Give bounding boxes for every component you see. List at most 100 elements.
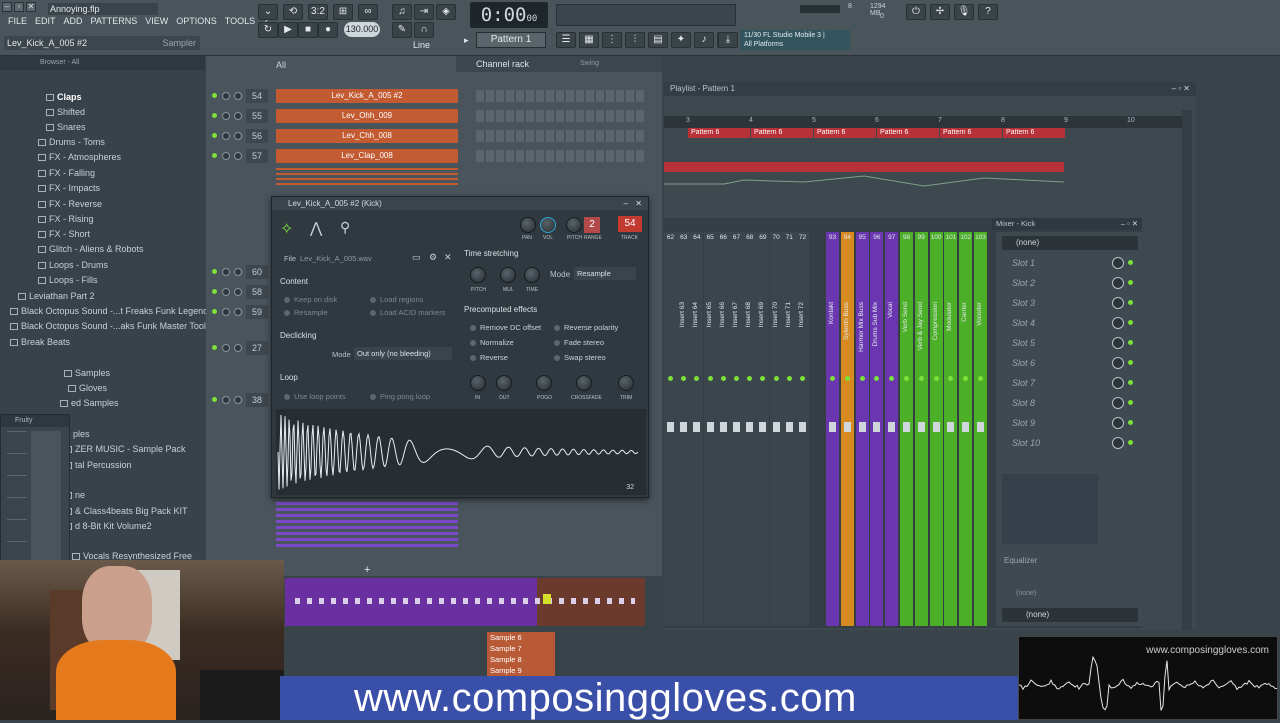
browser-icon[interactable]: ▤ [648,32,668,48]
insert-mute-led[interactable] [800,376,805,381]
channel-led[interactable] [212,309,217,314]
output-select[interactable]: (none) [1002,608,1138,622]
insert-mute-led[interactable] [934,376,939,381]
channel-mixer-track[interactable]: 59 [246,305,268,319]
output-none-1[interactable]: (none) [1016,590,1036,597]
load-acid-markers-option[interactable]: Load ACID markers [370,308,445,317]
insert-mute-led[interactable] [668,376,673,381]
news-panel[interactable]: 11/30 FL Studio Mobile 3 | All Platforms [740,30,850,50]
tools-icon[interactable]: ✢ [930,4,950,20]
draw-icon[interactable]: ✎ [392,22,412,38]
step-sequencer[interactable] [476,130,646,142]
effect-slot[interactable]: Slot 10 [1000,434,1136,452]
slot-mix-knob[interactable] [1112,417,1124,429]
insert-fader[interactable] [873,422,880,432]
piano-roll-icon[interactable]: ▦ [579,32,599,48]
volume-knob[interactable] [540,217,556,233]
pattern-clip[interactable]: Pattern 6 [814,128,876,138]
effect-slot[interactable]: Slot 6 [1000,354,1136,372]
insert-mute-led[interactable] [948,376,953,381]
menu-edit[interactable]: EDIT [35,16,56,32]
playlist-scrollbar[interactable] [1182,110,1192,630]
mixer-insert[interactable]: 66 Insert 66 [717,232,730,626]
swap-stereo-option[interactable]: Swap stereo [554,353,606,362]
pattern-clip[interactable]: Pattern 6 [688,128,750,138]
browser-item[interactable]: Claps [46,90,82,104]
insert-fader[interactable] [947,422,954,432]
mixer-insert[interactable]: 67 Insert 67 [730,232,743,626]
pan-knob[interactable] [520,217,536,233]
browser-item[interactable]: Glitch - Aliens & Robots [38,242,144,256]
ts-mul-knob[interactable] [500,267,516,283]
insert-fader[interactable] [903,422,910,432]
sample-item[interactable]: Sample 8 [487,654,555,665]
slot-mix-knob[interactable] [1112,297,1124,309]
insert-fader[interactable] [888,422,895,432]
effect-slot[interactable]: Slot 8 [1000,394,1136,412]
loop-icon[interactable]: ⟲ [283,4,303,20]
pat-song-icon[interactable]: ⌄ [258,4,278,20]
insert-fader[interactable] [759,422,766,432]
menu-file[interactable]: FILE [8,16,27,32]
magnet-icon[interactable]: ∩ [414,22,434,38]
mixer-insert[interactable]: 97 Vocal [885,232,898,626]
insert-mute-led[interactable] [860,376,865,381]
browser-item[interactable]: FX - Falling [38,166,95,180]
channel-vol-knob[interactable] [234,268,242,276]
insert-mute-led[interactable] [963,376,968,381]
slot-mix-knob[interactable] [1112,317,1124,329]
insert-fader[interactable] [829,422,836,432]
channel-mixer-track[interactable]: 57 [246,149,268,163]
mixer-insert[interactable]: 70 Insert 70 [770,232,783,626]
channel-vol-knob[interactable] [234,288,242,296]
browser-item[interactable]: Snares [46,120,86,134]
browser-item[interactable]: Gloves [68,381,107,395]
piano-icon[interactable]: ♫ [392,4,412,20]
folder-icon[interactable]: ▭ [412,252,421,263]
menu-options[interactable]: OPTIONS [176,16,217,32]
insert-mute-led[interactable] [978,376,983,381]
slot-mix-knob[interactable] [1112,257,1124,269]
playlist-icon[interactable]: ☰ [556,32,576,48]
envelope-tab-icon[interactable]: ⋀ [310,219,322,237]
selected-note[interactable] [543,594,551,604]
browser-item[interactable]: Shifted [46,105,85,119]
slot-enable-led[interactable] [1128,340,1133,345]
insert-fader[interactable] [733,422,740,432]
time-signature[interactable]: 3:2 [308,4,328,20]
channel-pan-knob[interactable] [222,308,230,316]
sample-item[interactable]: Sample 7 [487,643,555,654]
normalize-option[interactable]: Normalize [470,338,514,347]
insert-mute-led[interactable] [845,376,850,381]
channel-vol-knob[interactable] [234,112,242,120]
ts-time-knob[interactable] [524,267,540,283]
insert-fader[interactable] [977,422,984,432]
mixer-insert[interactable]: 64 Insert 64 [690,232,703,626]
minimize-icon[interactable]: – [2,2,12,12]
effect-slot[interactable]: Slot 2 [1000,274,1136,292]
insert-mute-led[interactable] [904,376,909,381]
browser-item[interactable]: Leviathan Part 2 [18,289,95,303]
browser-item[interactable]: FX - Atmospheres [38,150,121,164]
channel-vol-knob[interactable] [234,308,242,316]
insert-mute-led[interactable] [708,376,713,381]
menu-view[interactable]: VIEW [145,16,168,32]
slot-enable-led[interactable] [1128,360,1133,365]
fade-stereo-option[interactable]: Fade stereo [554,338,604,347]
channel-name-button[interactable]: Lev_Kick_A_005 #2 [276,89,458,103]
remove-dc-offset-option[interactable]: Remove DC offset [470,323,541,332]
trim-knob[interactable] [618,375,634,391]
file-name[interactable]: Lev_Kick_A_005.wav [300,254,372,263]
keep-on-disk-option[interactable]: Keep on disk [284,295,337,304]
slot-mix-knob[interactable] [1112,377,1124,389]
load-regions-option[interactable]: Load regions [370,295,423,304]
pogo-knob[interactable] [536,375,552,391]
browser-item[interactable]: & Class4beats Big Pack KIT [64,504,188,518]
reverse-option[interactable]: Reverse [470,353,508,362]
mixer-insert[interactable]: 68 Insert 68 [743,232,756,626]
insert-fader[interactable] [799,422,806,432]
channel-name-button[interactable]: Lev_Chh_008 [276,129,458,143]
mixer-insert[interactable]: 94 Sylenth Buss [841,232,854,626]
slot-enable-led[interactable] [1128,320,1133,325]
pattern-clip[interactable]: Pattern 6 [877,128,939,138]
